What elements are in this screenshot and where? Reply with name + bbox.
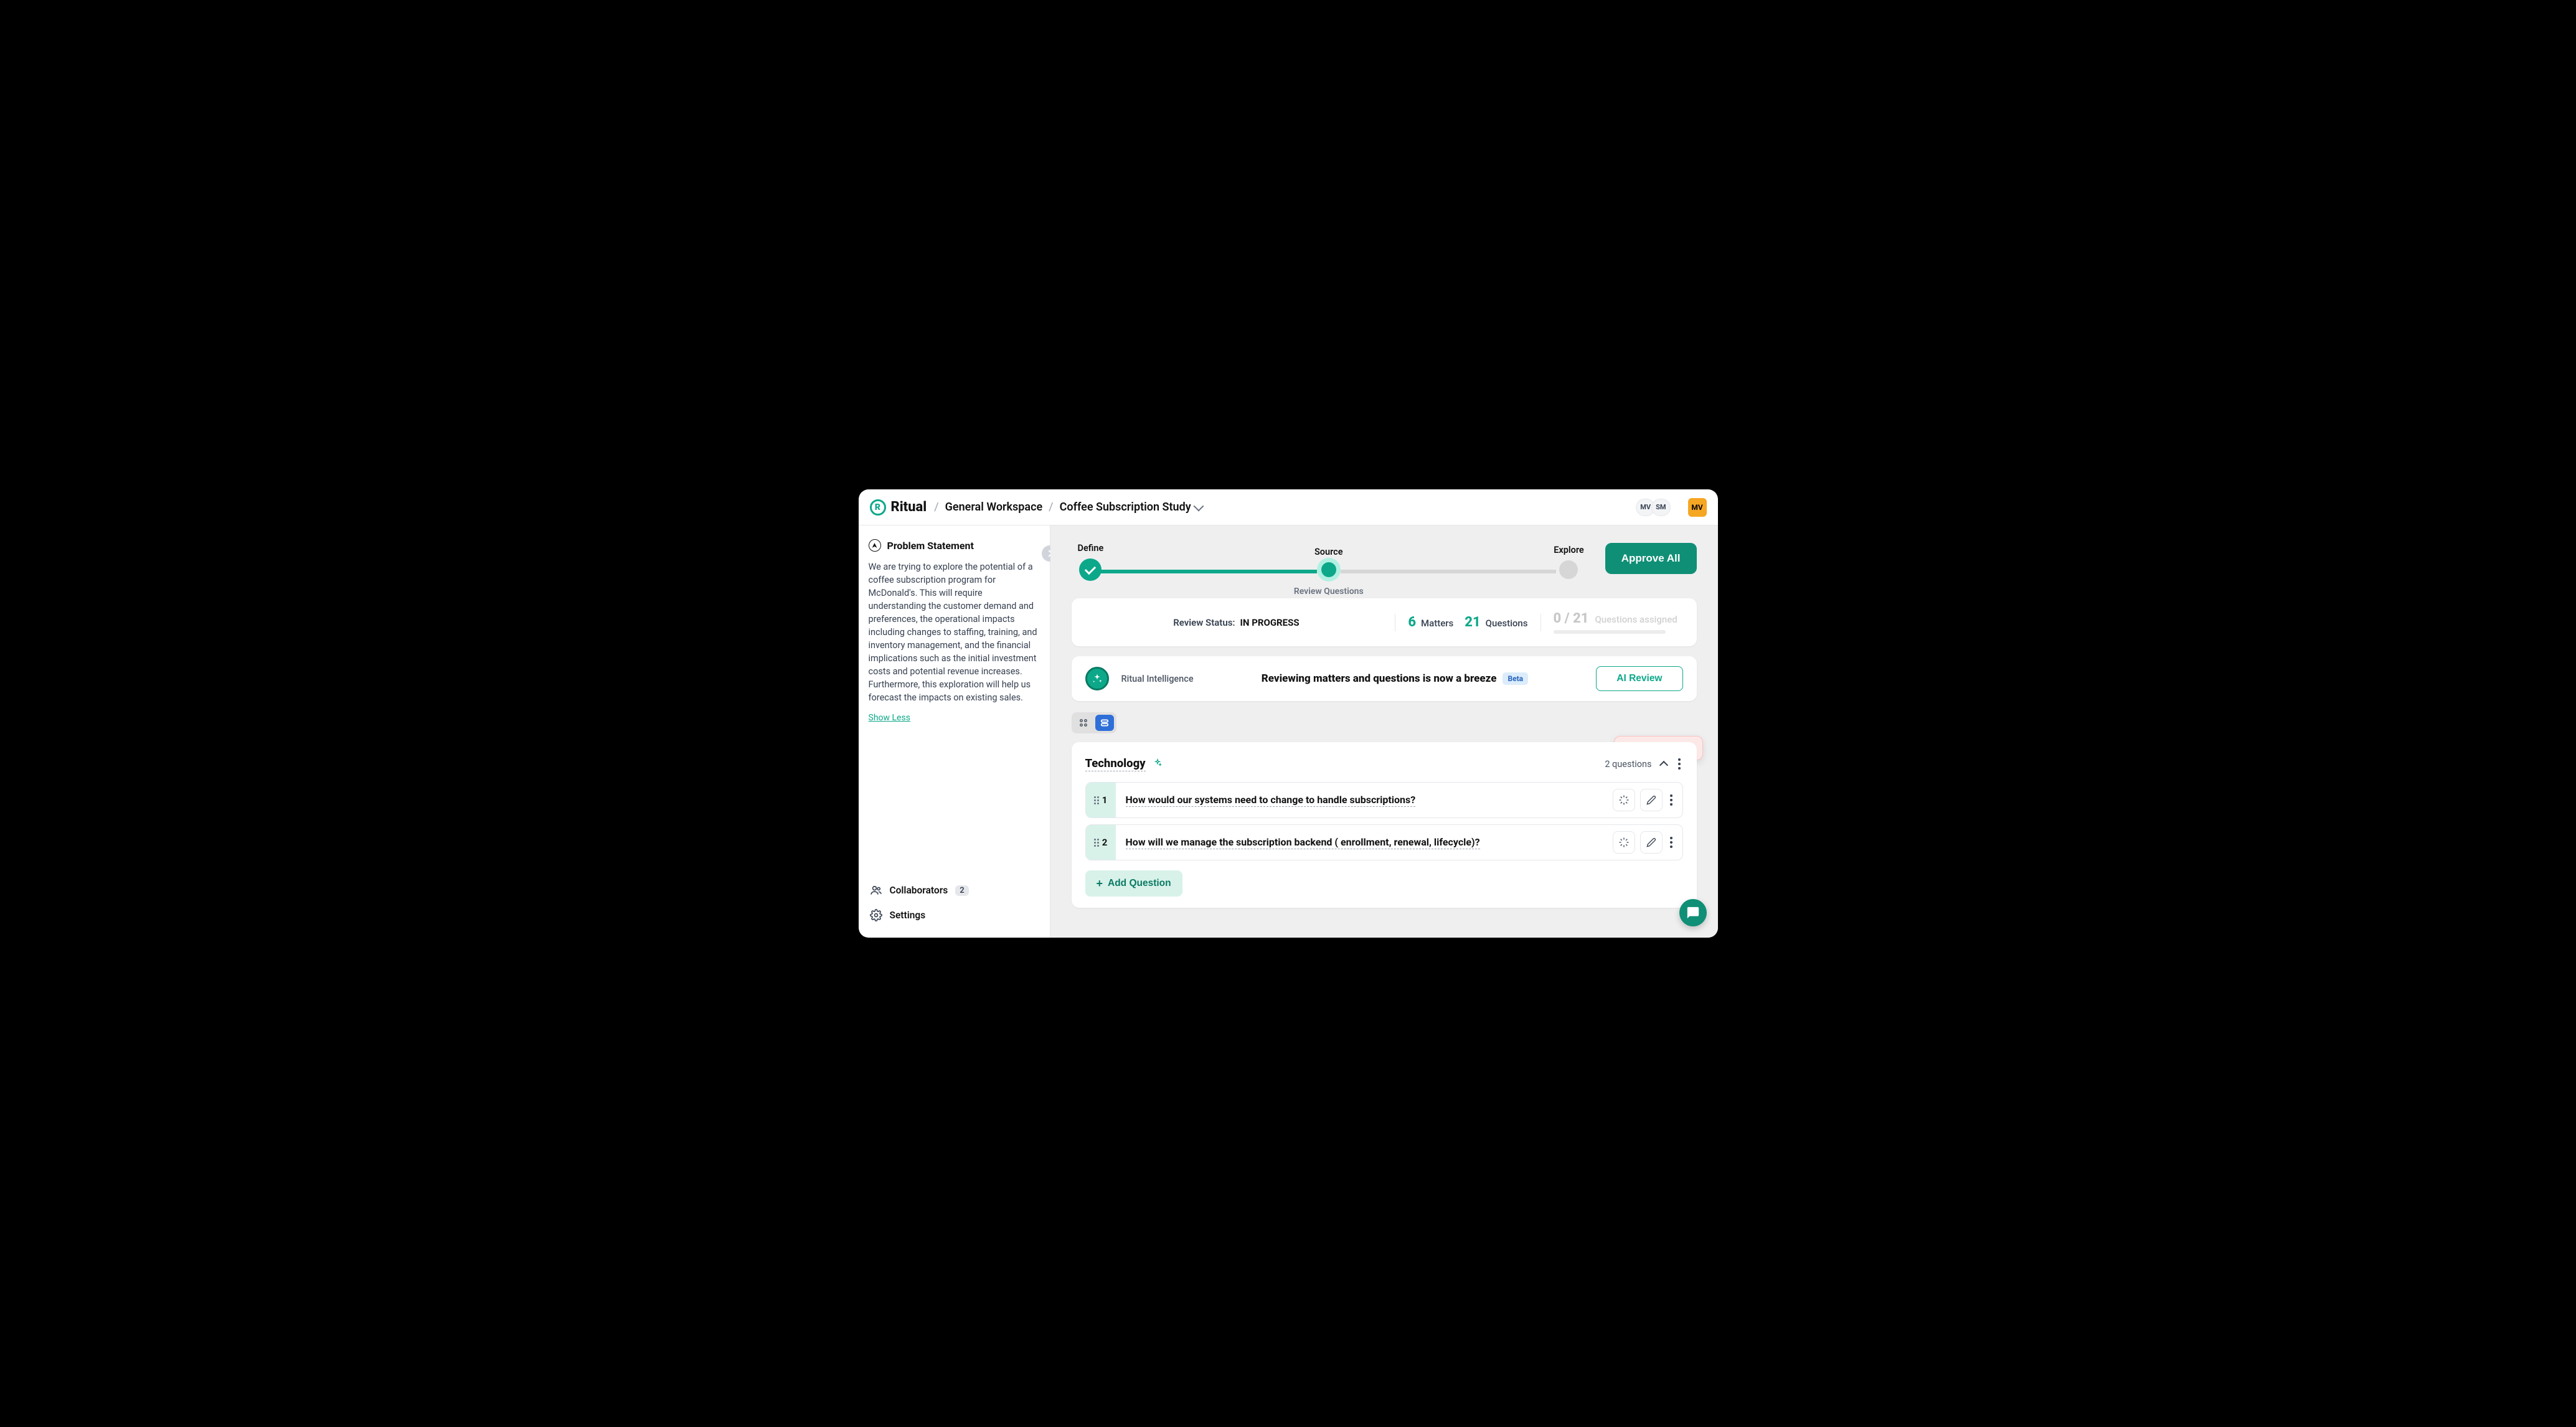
people-icon — [870, 884, 882, 897]
matters-count: 6 — [1408, 615, 1416, 630]
question-menu-button[interactable] — [1668, 792, 1675, 808]
brand-logo[interactable]: Ritual — [870, 499, 927, 516]
problem-statement-header: Problem Statement — [869, 539, 1040, 552]
view-toggle — [1072, 712, 1116, 733]
divider — [1540, 614, 1541, 631]
step-connector — [1101, 570, 1317, 573]
approve-all-button[interactable]: Approve All — [1605, 543, 1697, 574]
questions-stat: 21 Questions — [1465, 615, 1527, 630]
crumb-separator: / — [934, 501, 938, 514]
add-question-label: Add Question — [1108, 878, 1171, 889]
question-number: 2 — [1102, 837, 1108, 848]
check-icon — [1079, 558, 1102, 581]
chevron-down-icon — [1193, 501, 1204, 511]
step-connector — [1341, 570, 1557, 573]
grid-view-button[interactable] — [1074, 715, 1093, 731]
assigned-stat: 0 / 21 Questions assigned — [1554, 611, 1678, 634]
problem-statement-text: We are trying to explore the potential o… — [869, 560, 1040, 704]
matter-menu-button[interactable] — [1676, 756, 1683, 772]
collaborators-count-badge: 2 — [955, 885, 968, 896]
matter-question-count: 2 questions — [1605, 759, 1651, 770]
step-define[interactable]: Define — [1078, 543, 1104, 581]
assigned-label: Questions assigned — [1595, 614, 1677, 625]
app-window: Ritual / General Workspace / Coffee Subs… — [859, 489, 1718, 938]
step-label: Source — [1314, 547, 1343, 557]
question-label: How will we manage the subscription back… — [1126, 836, 1480, 849]
review-status-card: Review Status: IN PROGRESS 6 Matters 21 … — [1072, 598, 1697, 646]
edit-button[interactable] — [1640, 831, 1663, 854]
assigned-progress-bar — [1554, 630, 1666, 634]
current-step-dot — [1321, 562, 1336, 577]
compass-icon — [869, 539, 881, 552]
step-source[interactable]: Source Review Questions — [1314, 547, 1343, 577]
matters-stat: 6 Matters — [1408, 615, 1453, 630]
question-text[interactable]: How will we manage the subscription back… — [1116, 825, 1605, 860]
crumb-workspace[interactable]: General Workspace — [945, 501, 1043, 514]
problem-statement-title: Problem Statement — [887, 540, 974, 552]
question-number: 1 — [1102, 794, 1108, 806]
pending-step-dot — [1559, 560, 1578, 579]
crumb-study[interactable]: Coffee Subscription Study — [1060, 501, 1202, 514]
add-question-button[interactable]: + Add Question — [1085, 870, 1182, 897]
ai-title: Ritual Intelligence — [1121, 674, 1194, 684]
edit-button[interactable] — [1640, 789, 1663, 811]
list-view-button[interactable] — [1095, 715, 1114, 731]
question-menu-button[interactable] — [1668, 834, 1675, 850]
question-label: How would our systems need to change to … — [1126, 794, 1416, 807]
beta-badge: Beta — [1503, 672, 1528, 685]
show-less-link[interactable]: Show Less — [869, 713, 1040, 723]
sidebar-item-collaborators[interactable]: Collaborators 2 — [869, 878, 1040, 903]
ai-review-button[interactable]: AI Review — [1596, 666, 1682, 691]
top-bar: Ritual / General Workspace / Coffee Subs… — [859, 489, 1718, 525]
brand-name: Ritual — [891, 499, 927, 515]
drag-handle[interactable]: 2 — [1086, 825, 1116, 860]
sidebar: Problem Statement We are trying to explo… — [859, 525, 1050, 938]
matter-card: Technology 2 questions 1 — [1072, 742, 1697, 908]
gear-icon — [870, 909, 882, 921]
plus-icon: + — [1097, 878, 1103, 889]
progress-stepper: Define Source Review Questions Explore — [1072, 543, 1590, 581]
ai-headline: Reviewing matters and questions is now a… — [1206, 672, 1584, 685]
question-text[interactable]: How would our systems need to change to … — [1116, 783, 1605, 817]
drag-icon — [1094, 839, 1099, 847]
breadcrumb: / General Workspace / Coffee Subscriptio… — [934, 501, 1202, 514]
sparkle-icon — [1153, 758, 1162, 770]
question-row: 2 How will we manage the subscription ba… — [1085, 824, 1683, 860]
step-label: Explore — [1554, 545, 1584, 555]
user-avatar[interactable]: MV — [1688, 498, 1707, 517]
question-row: 1 How would our systems need to change t… — [1085, 782, 1683, 818]
main-content: Define Source Review Questions Explore — [1050, 525, 1718, 938]
review-status-value: IN PROGRESS — [1240, 617, 1300, 628]
crumb-separator: / — [1049, 501, 1053, 514]
sidebar-item-settings[interactable]: Settings — [869, 903, 1040, 928]
settings-label: Settings — [890, 910, 926, 921]
questions-count: 21 — [1465, 615, 1480, 630]
step-explore[interactable]: Explore — [1554, 545, 1584, 579]
step-label: Define — [1078, 543, 1104, 553]
matters-label: Matters — [1421, 618, 1453, 629]
ai-suggest-button[interactable] — [1613, 789, 1635, 811]
review-status-label: Review Status: — [1173, 617, 1235, 628]
drag-handle[interactable]: 1 — [1086, 783, 1116, 817]
ai-suggest-button[interactable] — [1613, 831, 1635, 854]
collaborators-label: Collaborators — [890, 885, 948, 896]
drag-icon — [1094, 796, 1099, 804]
sparkle-icon — [1085, 667, 1109, 690]
ai-headline-text: Reviewing matters and questions is now a… — [1262, 672, 1497, 685]
crumb-study-label: Coffee Subscription Study — [1060, 501, 1191, 514]
questions-label: Questions — [1486, 618, 1528, 629]
matter-title[interactable]: Technology — [1085, 756, 1146, 771]
assigned-count: 0 / 21 — [1554, 611, 1589, 626]
ai-review-card: Ritual Intelligence Reviewing matters an… — [1072, 656, 1697, 701]
collaborator-avatars[interactable]: MV SM — [1636, 499, 1670, 516]
chevron-up-icon[interactable] — [1659, 761, 1668, 770]
avatar: SM — [1651, 499, 1670, 516]
chat-fab[interactable] — [1679, 899, 1707, 926]
brand-logo-mark — [870, 499, 886, 516]
step-sublabel: Review Questions — [1294, 586, 1364, 596]
